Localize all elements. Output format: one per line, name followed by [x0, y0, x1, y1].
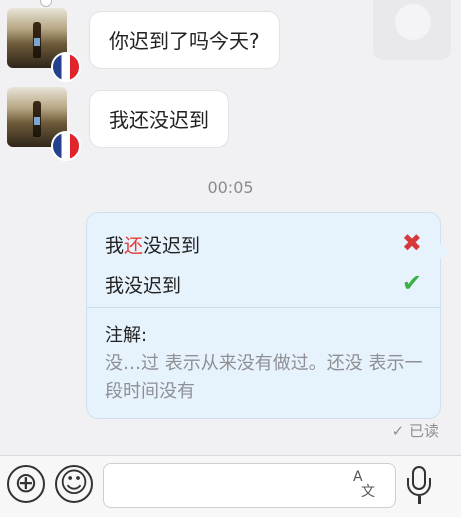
thumbnail-circle [395, 4, 431, 40]
avatar-bottle [33, 101, 41, 137]
incoming-message-bubble[interactable]: 我还没迟到 [89, 90, 229, 148]
avatar[interactable] [7, 8, 81, 82]
smiley-icon: ☺ [59, 466, 89, 499]
incoming-message-bubble[interactable]: 你迟到了吗今天? [89, 11, 280, 69]
emoji-button[interactable]: ☺ [55, 465, 93, 503]
status-dot [40, 0, 52, 7]
wrong-text-start: 我 [105, 235, 125, 257]
bubble-tail [440, 243, 449, 259]
translate-icon-top: A [353, 469, 363, 485]
divider [87, 307, 440, 308]
avatar-bottle [33, 22, 41, 58]
message-input-box[interactable]: A 文 [103, 463, 396, 508]
input-toolbar: ⊕ ☺ A 文 [0, 455, 461, 517]
mic-arc [407, 478, 431, 496]
translate-icon[interactable]: A 文 [353, 470, 375, 500]
france-flag-icon [51, 52, 81, 82]
add-button[interactable]: ⊕ [7, 465, 45, 503]
read-receipt: ✓ 已读 [391, 422, 439, 440]
correction-card[interactable]: 我还没迟到 ✖ 我没迟到 ✔ 注解: 没…过 表示从来没有做过。还没 表示一段时… [86, 212, 449, 419]
wrong-word-highlight: 还 [124, 235, 144, 257]
right-sentence: 我没迟到 [105, 275, 182, 297]
translate-icon-bottom: 文 [361, 484, 375, 500]
note-body: 没…过 表示从来没有做过。还没 表示一段时间没有 [105, 353, 423, 402]
timestamp: 00:05 [207, 178, 254, 197]
correct-check-icon: ✔ [401, 269, 422, 297]
france-flag-icon [51, 131, 81, 161]
wrong-x-icon: ✖ [401, 229, 422, 257]
microphone-icon[interactable] [404, 466, 434, 506]
note-title: 注解: [105, 325, 148, 346]
media-thumbnail[interactable] [373, 0, 451, 60]
wrong-sentence: 我还没迟到 [105, 231, 200, 258]
avatar[interactable] [7, 87, 81, 161]
mic-stem [418, 496, 421, 504]
message-input[interactable] [112, 470, 346, 502]
wrong-text-end: 没迟到 [143, 235, 201, 257]
plus-icon: ⊕ [14, 466, 38, 499]
